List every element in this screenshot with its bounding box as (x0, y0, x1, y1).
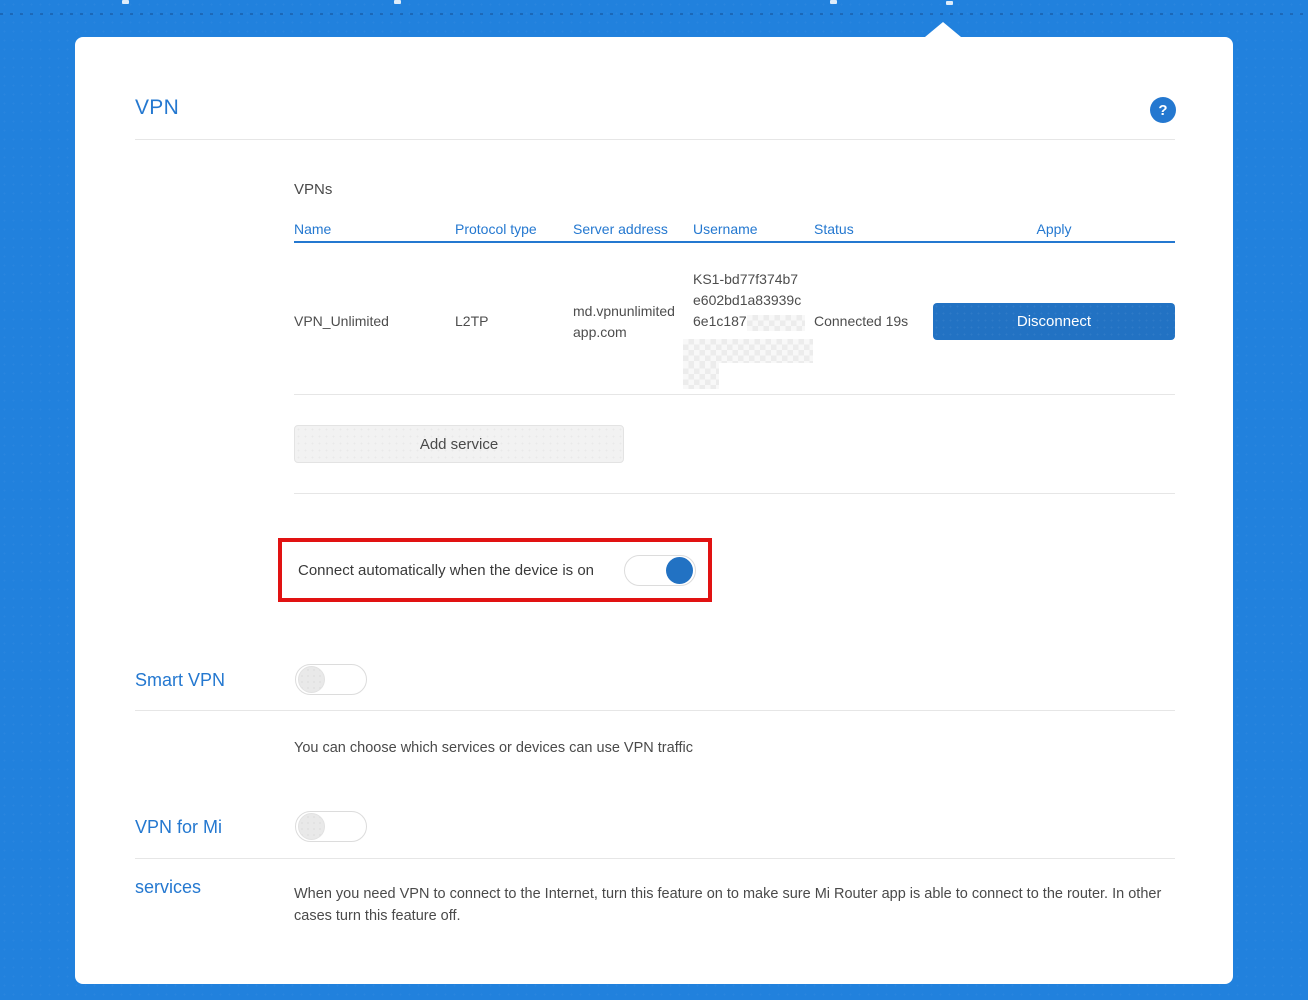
redacted-username-blur (683, 363, 719, 389)
divider (294, 493, 1175, 494)
column-header-name: Name (294, 221, 331, 237)
clipped-nav-text-fragment (830, 0, 837, 4)
vpn-row-name: VPN_Unlimited (294, 311, 389, 332)
divider (294, 394, 1175, 395)
redacted-username-blur (683, 339, 813, 363)
redacted-username-blur (747, 315, 805, 331)
vpn-for-mi-label: VPN for Mi (135, 817, 222, 838)
vpn-row-status: Connected 19s (814, 311, 908, 332)
smart-vpn-label: Smart VPN (135, 670, 225, 691)
smart-vpn-toggle[interactable] (295, 664, 367, 695)
smart-vpn-description: You can choose which services or devices… (294, 738, 693, 760)
auto-connect-toggle[interactable] (624, 555, 696, 586)
divider (135, 139, 1175, 140)
page-title: VPN (135, 96, 179, 120)
divider (135, 858, 1175, 859)
column-header-username: Username (693, 221, 758, 237)
clipped-nav-text-fragment (394, 0, 401, 4)
background-dashed-line (0, 13, 1308, 15)
table-header-underline (294, 241, 1175, 243)
column-header-protocol-type: Protocol type (455, 221, 537, 237)
page-background: VPN ? VPNs Name Protocol type Server add… (0, 0, 1308, 1000)
divider (135, 710, 1175, 711)
clipped-nav-text-fragment (946, 1, 953, 5)
vpn-row-protocol: L2TP (455, 311, 488, 332)
clipped-nav-text-fragment (122, 0, 129, 4)
vpn-row-server-address: md.vpnunlimited app.com (573, 301, 685, 343)
column-header-server-address: Server address (573, 221, 668, 237)
column-header-apply: Apply (933, 221, 1175, 237)
auto-connect-label: Connect automatically when the device is… (298, 562, 594, 579)
toggle-knob (298, 813, 325, 840)
card-pointer-arrow (925, 22, 961, 37)
vpn-for-mi-toggle[interactable] (295, 811, 367, 842)
vpns-section-label: VPNs (294, 181, 332, 198)
disconnect-button[interactable]: Disconnect (933, 303, 1175, 340)
add-service-button[interactable]: Add service (294, 425, 624, 463)
help-icon[interactable]: ? (1150, 97, 1176, 123)
vpn-for-mi-services-label: services (135, 877, 201, 898)
toggle-knob (666, 557, 693, 584)
column-header-status: Status (814, 221, 854, 237)
vpn-for-mi-description: When you need VPN to connect to the Inte… (294, 884, 1179, 927)
auto-connect-highlight-box: Connect automatically when the device is… (278, 538, 712, 602)
toggle-knob (298, 666, 325, 693)
vpn-settings-card: VPN ? VPNs Name Protocol type Server add… (75, 37, 1233, 984)
